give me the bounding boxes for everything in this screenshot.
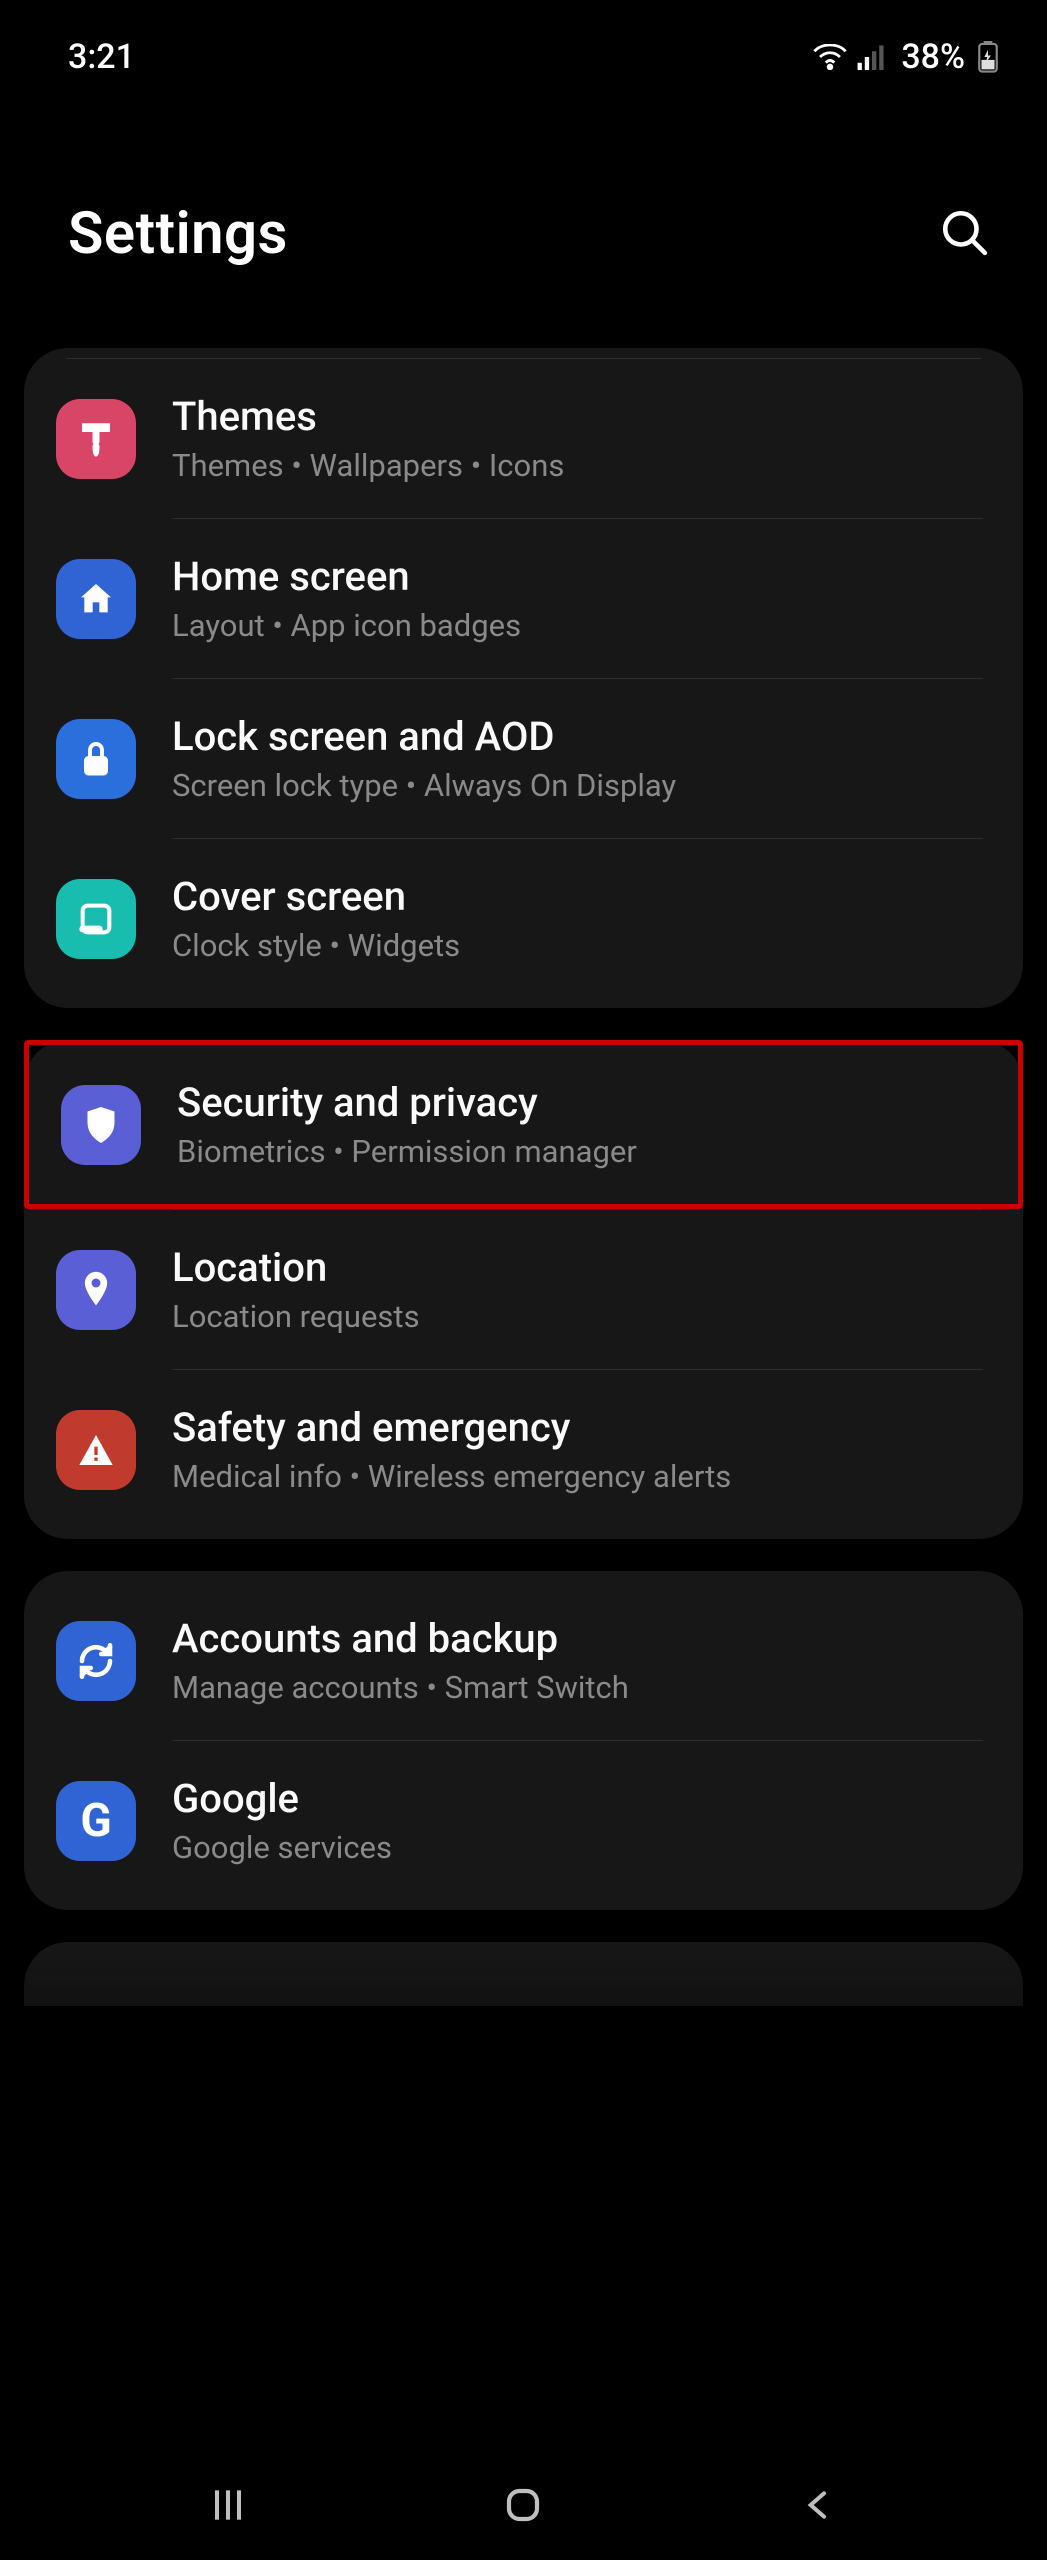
- settings-item-text: Google Google services: [172, 1775, 983, 1866]
- signal-icon: [857, 44, 887, 70]
- settings-item-subtitle: Google services: [172, 1829, 983, 1866]
- search-button[interactable]: [939, 207, 989, 261]
- settings-list: Themes Themes • Wallpapers • Icons Home …: [0, 348, 1047, 2006]
- settings-item-safety[interactable]: Safety and emergency Medical info • Wire…: [24, 1370, 1023, 1529]
- location-icon: [56, 1250, 136, 1330]
- settings-item-title: Google: [172, 1775, 983, 1823]
- settings-group: Accounts and backup Manage accounts • Sm…: [24, 1571, 1023, 1910]
- settings-item-text: Cover screen Clock style • Widgets: [172, 873, 983, 964]
- navigation-bar: [0, 2450, 1047, 2560]
- settings-item-security[interactable]: Security and privacy Biometrics • Permis…: [29, 1045, 1018, 1204]
- nav-recents-button[interactable]: [178, 2475, 278, 2535]
- wifi-icon: [813, 44, 847, 70]
- lock-icon: [56, 719, 136, 799]
- sync-icon: [56, 1621, 136, 1701]
- settings-item-location[interactable]: Location Location requests: [24, 1210, 1023, 1369]
- settings-item-title: Security and privacy: [177, 1079, 978, 1127]
- screen-icon: [56, 879, 136, 959]
- status-bar: 3:21 38%: [0, 0, 1047, 90]
- brush-icon: [56, 399, 136, 479]
- settings-item-text: Location Location requests: [172, 1244, 983, 1335]
- settings-item-title: Home screen: [172, 553, 983, 601]
- nav-back-button[interactable]: [769, 2475, 869, 2535]
- settings-item-text: Home screen Layout • App icon badges: [172, 553, 983, 644]
- google-icon: G: [56, 1781, 136, 1861]
- settings-item-text: Security and privacy Biometrics • Permis…: [177, 1079, 978, 1170]
- settings-group: Themes Themes • Wallpapers • Icons Home …: [24, 348, 1023, 1008]
- settings-item-subtitle: Themes • Wallpapers • Icons: [172, 447, 983, 484]
- status-right: 38%: [813, 37, 999, 77]
- page-title: Settings: [68, 200, 288, 268]
- settings-item-title: Lock screen and AOD: [172, 713, 983, 761]
- highlight-security: Security and privacy Biometrics • Permis…: [24, 1040, 1023, 1209]
- settings-item-lock-screen[interactable]: Lock screen and AOD Screen lock type • A…: [24, 679, 1023, 838]
- battery-icon: [977, 41, 999, 73]
- settings-item-subtitle: Location requests: [172, 1298, 983, 1335]
- settings-item-title: Accounts and backup: [172, 1615, 983, 1663]
- header: Settings: [0, 90, 1047, 348]
- settings-item-subtitle: Layout • App icon badges: [172, 607, 983, 644]
- battery-pct: 38%: [901, 37, 965, 77]
- settings-item-cover-screen[interactable]: Cover screen Clock style • Widgets: [24, 839, 1023, 998]
- shield-icon: [61, 1085, 141, 1165]
- settings-item-text: Lock screen and AOD Screen lock type • A…: [172, 713, 983, 804]
- settings-item-home-screen[interactable]: Home screen Layout • App icon badges: [24, 519, 1023, 678]
- settings-item-title: Location: [172, 1244, 983, 1292]
- warning-icon: [56, 1410, 136, 1490]
- nav-home-button[interactable]: [473, 2475, 573, 2535]
- settings-item-google[interactable]: G Google Google services: [24, 1741, 1023, 1900]
- settings-group: [24, 1942, 1023, 2006]
- settings-item-themes[interactable]: Themes Themes • Wallpapers • Icons: [24, 359, 1023, 518]
- settings-item-title: Safety and emergency: [172, 1404, 983, 1452]
- settings-item-text: Accounts and backup Manage accounts • Sm…: [172, 1615, 983, 1706]
- settings-item-subtitle: Screen lock type • Always On Display: [172, 767, 983, 804]
- settings-item-accounts[interactable]: Accounts and backup Manage accounts • Sm…: [24, 1581, 1023, 1740]
- settings-item-subtitle: Medical info • Wireless emergency alerts: [172, 1458, 983, 1495]
- status-time: 3:21: [68, 37, 135, 77]
- settings-item-subtitle: Biometrics • Permission manager: [177, 1133, 978, 1170]
- settings-group: Security and privacy Biometrics • Permis…: [24, 1040, 1023, 1539]
- settings-item-text: Themes Themes • Wallpapers • Icons: [172, 393, 983, 484]
- settings-item-text: Safety and emergency Medical info • Wire…: [172, 1404, 983, 1495]
- settings-item-subtitle: Manage accounts • Smart Switch: [172, 1669, 983, 1706]
- settings-item-subtitle: Clock style • Widgets: [172, 927, 983, 964]
- home-icon: [56, 559, 136, 639]
- settings-item-title: Themes: [172, 393, 983, 441]
- settings-item-title: Cover screen: [172, 873, 983, 921]
